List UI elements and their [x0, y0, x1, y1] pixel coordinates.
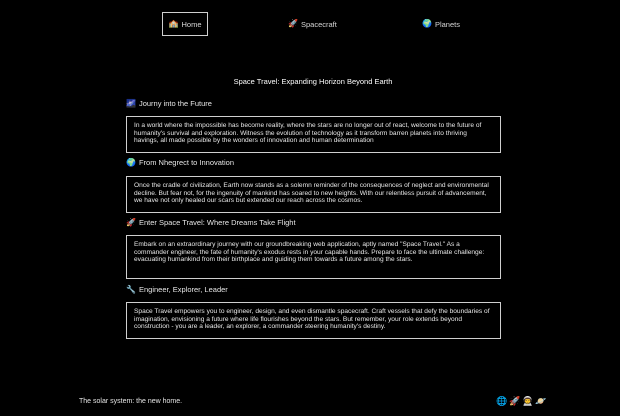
galaxy-icon: 🌌 — [126, 98, 136, 108]
top-nav: 🏫 Home 🚀 Spacecraft 🌍 Planets — [0, 0, 620, 46]
footer-icons: 🌐 🚀 👨‍🚀 🪐 — [496, 396, 546, 407]
rocket-icon[interactable]: 🚀 — [509, 396, 520, 407]
globe-icon[interactable]: 🌐 — [496, 396, 507, 407]
footer-text: The solar system: the new home. — [79, 398, 183, 405]
section-heading-space-travel: 🚀 Enter Space Travel: Where Dreams Take … — [126, 218, 296, 227]
section-heading-engineer: 🔧 Engineer, Explorer, Leader — [126, 285, 228, 294]
section-heading-label: From Nhegrect to Innovation — [138, 158, 235, 167]
section-body-space-travel: Embark on an extraordinary journey with … — [126, 235, 501, 279]
globe-icon: 🌍 — [422, 19, 432, 28]
astronaut-icon[interactable]: 👨‍🚀 — [522, 396, 533, 407]
section-body-engineer: Space Travel empowers you to engineer, d… — [126, 302, 501, 339]
nav-planets-link[interactable]: 🌍 Planets — [416, 12, 466, 36]
school-icon: 🏫 — [168, 19, 179, 28]
nav-home-label: Home — [181, 19, 202, 29]
page-title: Space Travel: Expanding Horizon Beyond E… — [233, 77, 393, 86]
globe-icon: 🌍 — [126, 157, 136, 167]
nav-home-link[interactable]: 🏫 Home — [162, 12, 208, 36]
rocket-icon: 🚀 — [126, 217, 136, 227]
section-body-future: In a world where the impossible has beco… — [126, 116, 501, 153]
nav-spacecraft-label: Spacecraft — [300, 19, 337, 29]
section-heading-label: Journy into the Future — [138, 99, 212, 108]
section-heading-label: Engineer, Explorer, Leader — [138, 285, 228, 294]
ringed-planet-icon[interactable]: 🪐 — [535, 396, 546, 407]
rocket-icon: 🚀 — [288, 19, 298, 28]
wrench-icon: 🔧 — [126, 284, 136, 294]
nav-planets-label: Planets — [434, 19, 460, 29]
section-body-innovation: Once the cradle of civilization, Earth n… — [126, 176, 501, 213]
section-heading-innovation: 🌍 From Nhegrect to Innovation — [126, 158, 234, 167]
section-heading-future: 🌌 Journy into the Future — [126, 99, 212, 108]
section-heading-label: Enter Space Travel: Where Dreams Take Fl… — [138, 218, 296, 227]
nav-spacecraft-link[interactable]: 🚀 Spacecraft — [282, 12, 343, 36]
